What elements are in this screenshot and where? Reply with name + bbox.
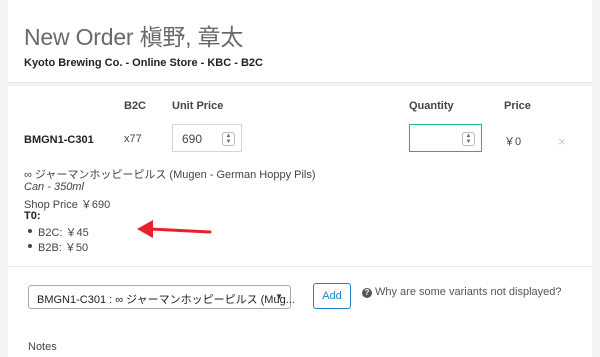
page-subtitle: Kyoto Brewing Co. - Online Store - KBC -…: [24, 57, 263, 69]
column-header-quantity: Quantity: [409, 100, 454, 112]
question-circle-icon: ?: [362, 288, 372, 298]
chevron-down-icon: ▼: [275, 292, 283, 301]
notes-label: Notes: [28, 341, 57, 353]
product-size: Can - 350ml: [24, 181, 84, 193]
line-item-price: ￥0: [504, 136, 522, 148]
unit-price-input[interactable]: 690 ▲ ▼: [172, 124, 242, 152]
product-name: ∞ ジャーマンホッピーピルス (Mugen - German Hoppy Pil…: [24, 169, 316, 181]
remove-line-icon[interactable]: ×: [558, 134, 566, 149]
section-divider: [8, 266, 592, 267]
page-header: New Order 槇野, 章太 Kyoto Brewing Co. - Onl…: [8, 0, 592, 83]
variants-help-link[interactable]: ? Why are some variants not displayed?: [362, 286, 561, 298]
variants-help-text: Why are some variants not displayed?: [375, 286, 562, 298]
page-title: New Order 槇野, 章太: [24, 24, 244, 50]
quantity-stepper-icon[interactable]: ▲ ▼: [462, 132, 475, 146]
line-item-multiplier: x77: [124, 133, 142, 145]
variant-select[interactable]: BMGN1-C301 : ∞ ジャーマンホッピーピルス (Mug... ▼: [28, 285, 295, 309]
column-header-unit-price: Unit Price: [172, 100, 224, 112]
unit-price-stepper-icon[interactable]: ▲ ▼: [222, 132, 235, 146]
unit-price-value: 690: [182, 132, 203, 146]
tier-label: T0:: [24, 210, 41, 222]
tier-price-b2b: B2B: ￥50: [27, 239, 88, 255]
column-header-price: Price: [504, 100, 531, 112]
line-item-sku: BMGN1-C301: [24, 134, 94, 146]
column-header-b2c: B2C: [124, 100, 147, 112]
annotation-arrow-icon: [137, 220, 212, 238]
add-variant-button[interactable]: Add: [313, 283, 351, 309]
tier-price-b2c: B2C: ￥45: [28, 224, 89, 240]
quantity-input[interactable]: ▲ ▼: [409, 124, 482, 152]
variant-select-value: BMGN1-C301 : ∞ ジャーマンホッピーピルス (Mug...: [37, 294, 295, 306]
order-card: B2C Unit Price Quantity Price BMGN1-C301…: [8, 86, 592, 357]
